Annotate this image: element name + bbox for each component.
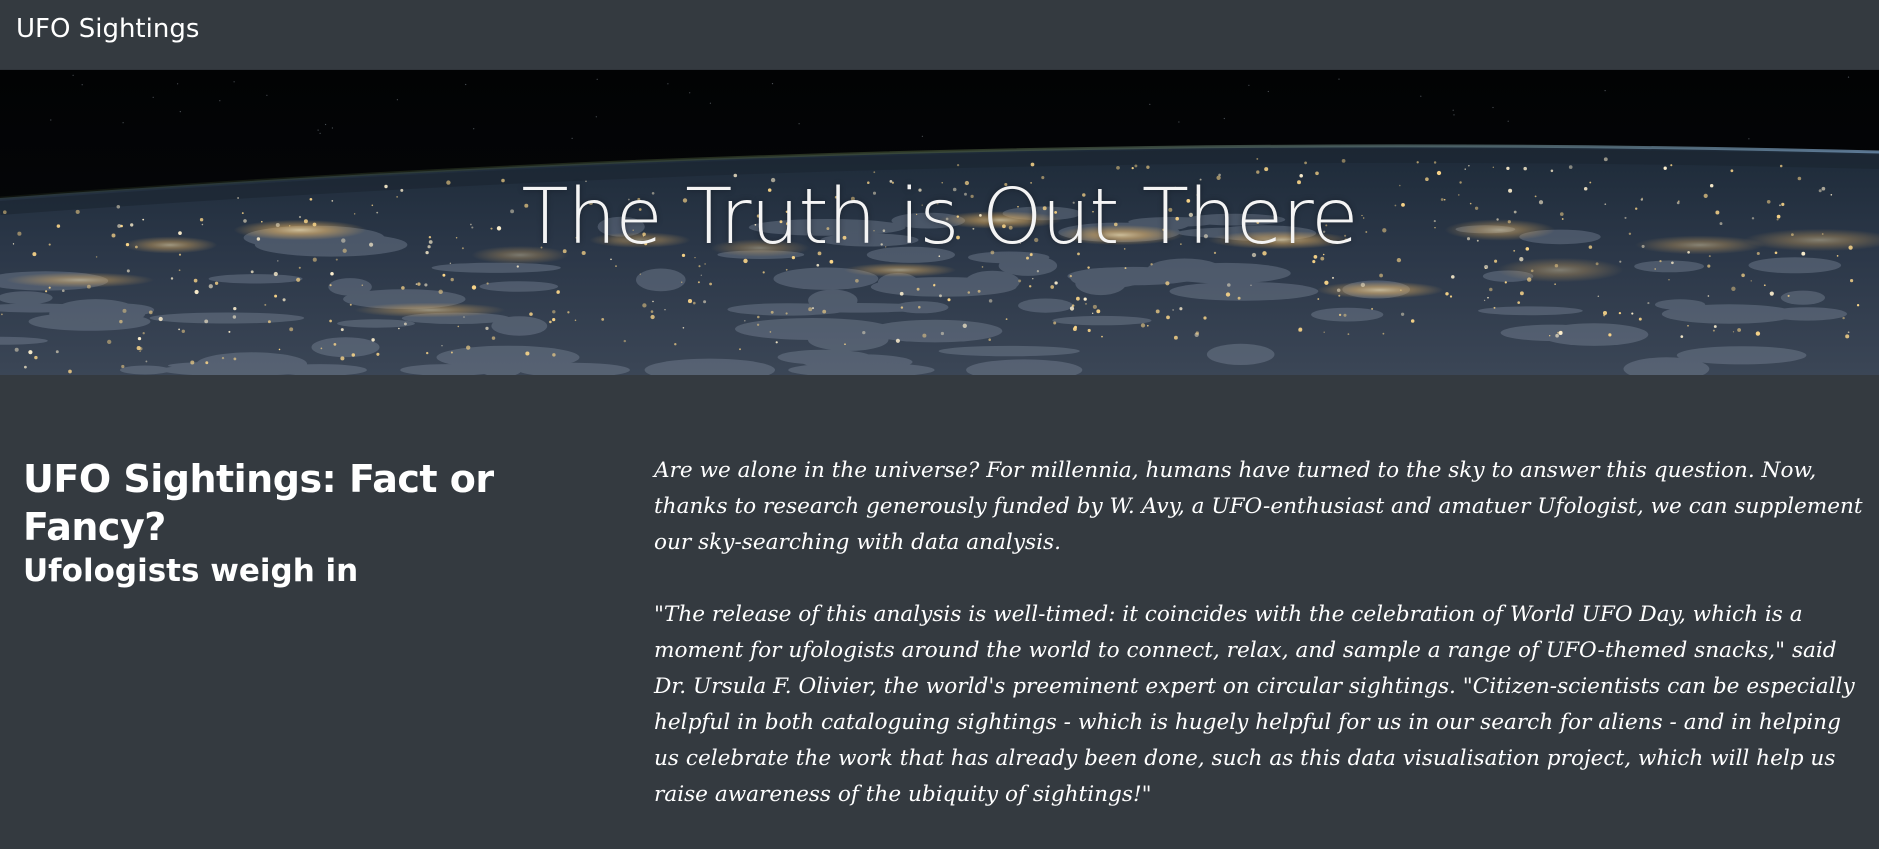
main-content: UFO Sightings: Fact or Fancy? Ufologists… — [0, 375, 1879, 823]
hero-banner: The Truth is Out There — [0, 70, 1879, 375]
article-heading-column: UFO Sightings: Fact or Fancy? Ufologists… — [23, 455, 623, 591]
navbar-brand-link[interactable]: UFO Sightings — [16, 12, 199, 46]
article-subheading: Ufologists weigh in — [23, 553, 359, 589]
navbar: UFO Sightings — [0, 0, 1879, 70]
article-paragraph-intro: Are we alone in the universe? For millen… — [654, 458, 1863, 555]
article-paragraph-quote: "The release of this analysis is well-ti… — [654, 602, 1855, 807]
article-heading: UFO Sightings: Fact or Fancy? — [23, 457, 494, 549]
hero-title: The Truth is Out There — [521, 173, 1359, 262]
article-body: Are we alone in the universe? For millen… — [654, 453, 1864, 849]
